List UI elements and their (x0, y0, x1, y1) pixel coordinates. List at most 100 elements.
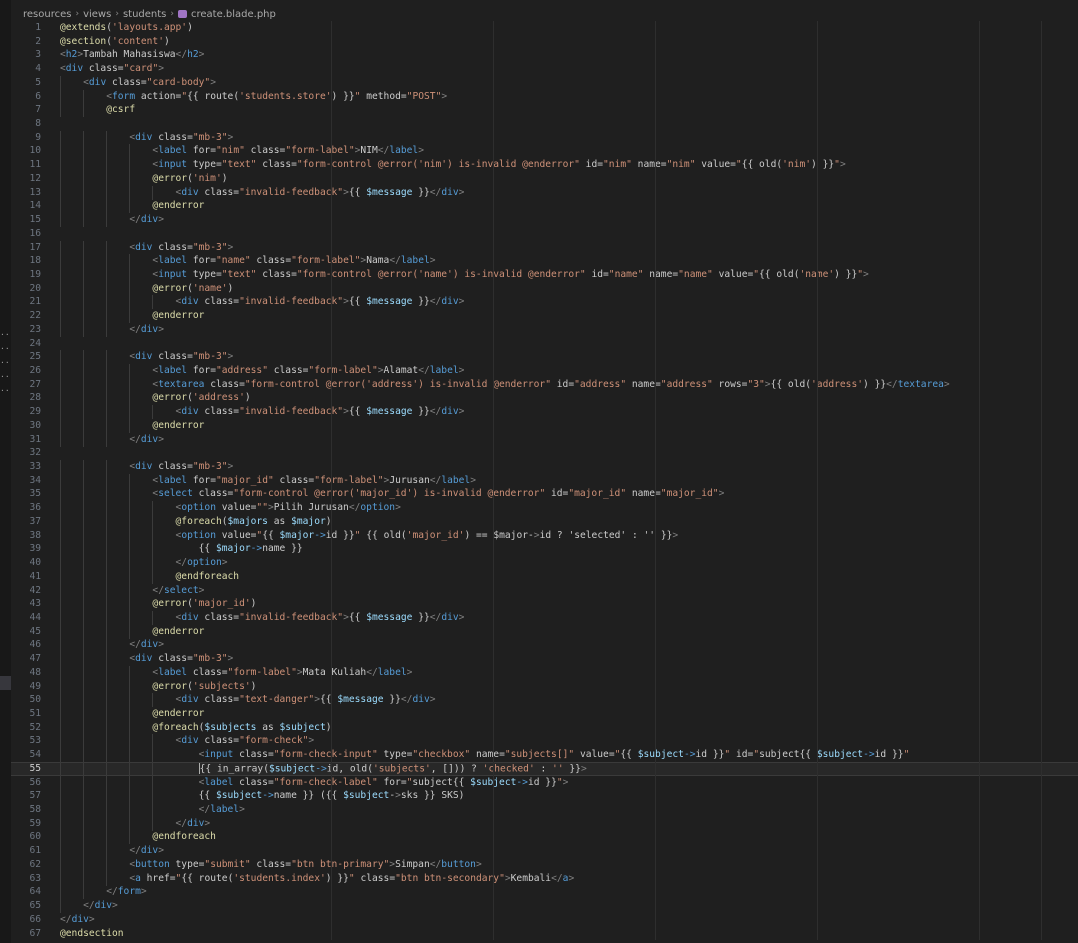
code-line[interactable]: 49 @error('subjects') (11, 679, 1078, 694)
breadcrumb-file[interactable]: create.blade.php (191, 9, 276, 20)
code-line[interactable]: 44 <div class="invalid-feedback">{{ $mes… (11, 610, 1078, 625)
code-line[interactable]: 32 (11, 446, 1078, 460)
code-editor[interactable]: 1 @extends('layouts.app') 2 @section('conte… (11, 21, 1078, 943)
code-line[interactable]: 57 {{ $subject->name }} ({{ $subject->sk… (11, 789, 1078, 804)
code-text: {{ in_array($subject->id, old('subjects'… (198, 762, 587, 775)
code-line[interactable]: 11 <input type="text" class="form-contro… (11, 158, 1078, 173)
code-line[interactable]: 51 @enderror (11, 707, 1078, 721)
code-line[interactable]: 30 @enderror (11, 418, 1078, 433)
line-number: 53 (29, 735, 41, 747)
code-line[interactable]: 55 {{ in_array($subject->id, old('subjec… (11, 761, 1078, 776)
code-line[interactable]: 2 @section('content') (11, 35, 1078, 49)
code-line[interactable]: 37 @foreach($majors as $major) (11, 514, 1078, 529)
code-line[interactable]: 8 (11, 117, 1078, 131)
code-line[interactable]: 33 <div class="mb-3"> (11, 460, 1078, 475)
code-line[interactable]: 19 <input type="text" class="form-contro… (11, 267, 1078, 282)
code-line[interactable]: 45 @enderror (11, 624, 1078, 639)
code-line[interactable]: 36 <option value="">Pilih Jurusan</optio… (11, 501, 1078, 516)
code-line[interactable]: 26 <label for="address" class="form-labe… (11, 364, 1078, 378)
line-number: 56 (29, 776, 41, 788)
chevron-right-icon: › (115, 9, 119, 19)
code-line[interactable]: 14 @enderror (11, 199, 1078, 214)
code-line[interactable]: 42 </select> (11, 583, 1078, 598)
code-text: @error('subjects') (152, 680, 257, 692)
code-text: @foreach($majors as $major) (175, 515, 332, 527)
line-number: 39 (29, 543, 41, 555)
code-line[interactable]: 58 </label> (11, 803, 1078, 818)
line-number: 67 (29, 927, 41, 939)
code-line[interactable]: 9 <div class="mb-3"> (11, 130, 1078, 145)
code-line[interactable]: 43 @error('major_id') (11, 597, 1078, 612)
code-line[interactable]: 15 </div> (11, 213, 1078, 228)
code-text: <option value="">Pilih Jurusan</option> (175, 502, 401, 514)
code-line[interactable]: 67 @endsection (11, 927, 1078, 941)
code-line[interactable]: 41 @endforeach (11, 569, 1078, 584)
code-line[interactable]: 12 @error('nim') (11, 171, 1078, 186)
code-line[interactable]: 1 @extends('layouts.app') (11, 21, 1078, 35)
side-panel-fragment: .. (0, 356, 10, 365)
breadcrumb-views[interactable]: views (83, 9, 111, 20)
code-line[interactable]: 64 </form> (11, 885, 1078, 900)
code-line[interactable]: 35 <select class="form-control @error('m… (11, 487, 1078, 502)
code-text: <textarea class="form-control @error('ad… (152, 378, 950, 390)
code-line[interactable]: 56 <label class="form-check-label" for="… (11, 775, 1078, 790)
code-line[interactable]: 7 @csrf (11, 103, 1078, 118)
code-line[interactable]: 31 </div> (11, 432, 1078, 447)
code-line[interactable]: 46 </div> (11, 638, 1078, 653)
code-line[interactable]: 23 </div> (11, 322, 1078, 337)
code-text: <div class="mb-3"> (129, 131, 234, 143)
code-line[interactable]: 24 (11, 337, 1078, 351)
code-line[interactable]: 48 <label class="form-label">Mata Kuliah… (11, 665, 1078, 680)
code-text: @csrf (106, 104, 136, 116)
code-line[interactable]: 40 </option> (11, 556, 1078, 571)
code-line[interactable]: 4 <div class="card"> (11, 62, 1078, 76)
breadcrumb-students[interactable]: students (123, 9, 166, 20)
code-text: <label for="major_id" class="form-label"… (152, 474, 476, 486)
code-text: <div class="mb-3"> (129, 653, 234, 665)
code-line[interactable]: 10 <label for="nim" class="form-label">N… (11, 144, 1078, 159)
code-text: {{ $subject->name }} ({{ $subject->sks }… (198, 790, 465, 802)
code-line[interactable]: 63 <a href="{{ route('students.index') }… (11, 871, 1078, 886)
code-line[interactable]: 54 <input class="form-check-input" type=… (11, 748, 1078, 763)
code-line[interactable]: 38 <option value="{{ $major->id }}" {{ o… (11, 528, 1078, 543)
code-line[interactable]: 50 <div class="text-danger">{{ $message … (11, 693, 1078, 708)
code-text: <form action="{{ route('students.store')… (106, 90, 448, 102)
code-text: </div> (129, 433, 164, 445)
code-line[interactable]: 65 </div> (11, 899, 1078, 914)
code-line[interactable]: 39 {{ $major->name }} (11, 542, 1078, 557)
code-line[interactable]: 6 <form action="{{ route('students.store… (11, 89, 1078, 104)
code-line[interactable]: 61 </div> (11, 844, 1078, 859)
code-line[interactable]: 28 @error('address') (11, 391, 1078, 406)
code-text: @error('name') (152, 282, 234, 294)
line-number: 18 (29, 255, 41, 267)
code-line[interactable]: 13 <div class="invalid-feedback">{{ $mes… (11, 185, 1078, 200)
vertical-ruler (979, 21, 980, 941)
code-line[interactable]: 34 <label for="major_id" class="form-lab… (11, 473, 1078, 488)
code-line[interactable]: 27 <textarea class="form-control @error(… (11, 377, 1078, 392)
code-line[interactable]: 17 <div class="mb-3"> (11, 240, 1078, 255)
line-number: 54 (29, 749, 41, 761)
code-line[interactable]: 18 <label for="name" class="form-label">… (11, 254, 1078, 269)
code-line[interactable]: 60 @endforeach (11, 830, 1078, 845)
code-line[interactable]: 66 </div> (11, 913, 1078, 927)
code-line[interactable]: 22 @enderror (11, 309, 1078, 324)
side-panel-fragment: .. (0, 384, 10, 393)
vertical-ruler (331, 21, 332, 941)
code-line[interactable]: 62 <button type="submit" class="btn btn-… (11, 857, 1078, 872)
code-line[interactable]: 25 <div class="mb-3"> (11, 350, 1078, 365)
code-line[interactable]: 20 @error('name') (11, 281, 1078, 296)
code-line[interactable]: 29 <div class="invalid-feedback">{{ $mes… (11, 405, 1078, 420)
vertical-ruler (1041, 21, 1042, 941)
code-line[interactable]: 53 <div class="form-check"> (11, 734, 1078, 749)
code-line[interactable]: 5 <div class="card-body"> (11, 75, 1078, 90)
line-number: 46 (29, 639, 41, 651)
breadcrumb-resources[interactable]: resources (23, 9, 71, 20)
code-line[interactable]: 3 <h2>Tambah Mahasiswa</h2> (11, 48, 1078, 62)
code-line[interactable]: 16 (11, 227, 1078, 241)
code-line[interactable]: 47 <div class="mb-3"> (11, 652, 1078, 667)
line-number: 24 (29, 337, 41, 349)
code-line[interactable]: 52 @foreach($subjects as $subject) (11, 720, 1078, 735)
code-line[interactable]: 21 <div class="invalid-feedback">{{ $mes… (11, 295, 1078, 310)
line-number: 60 (29, 831, 41, 843)
code-line[interactable]: 59 </div> (11, 816, 1078, 831)
